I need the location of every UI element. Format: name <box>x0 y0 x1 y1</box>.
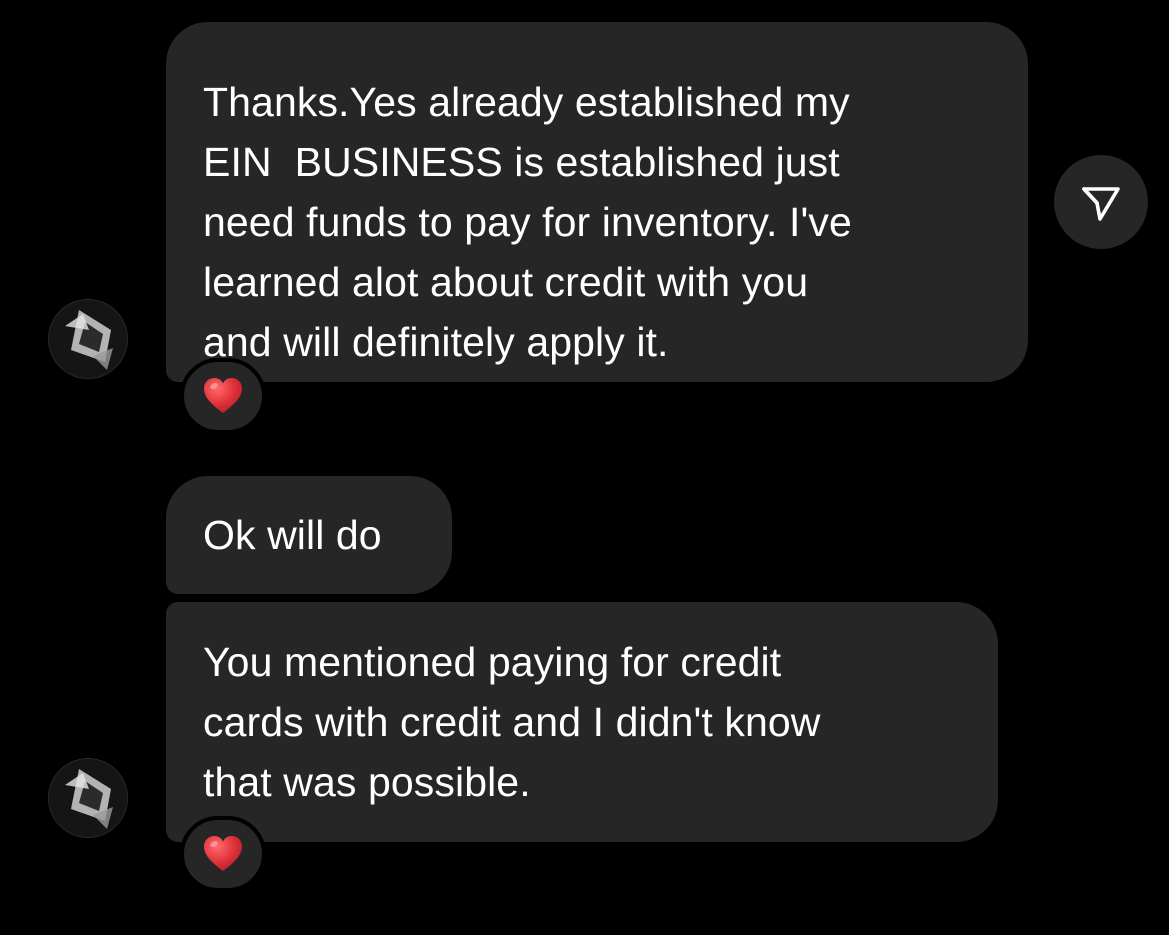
message-text-line: need funds to pay for inventory. I've <box>203 199 852 245</box>
message-text-line: that was possible. <box>203 759 531 805</box>
message-text-line: Thanks.Yes already established my <box>203 79 850 125</box>
red-heart-icon <box>204 378 242 413</box>
message-text-line: You mentioned paying for credit <box>203 639 782 685</box>
avatar-image <box>49 300 127 378</box>
heart-reaction[interactable] <box>180 358 266 434</box>
message-text-line: and will definitely apply it. <box>203 319 669 365</box>
message-bubble[interactable]: Ok will do <box>166 476 452 594</box>
avatar-image <box>49 759 127 837</box>
message-text-line: cards with credit and I didn't know <box>203 699 821 745</box>
share-button[interactable] <box>1054 155 1148 249</box>
message-bubble[interactable]: You mentioned paying for credit cards wi… <box>166 602 998 842</box>
message-text-line: EIN BUSINESS is established just <box>203 139 840 185</box>
sender-avatar[interactable] <box>48 758 128 838</box>
sender-avatar[interactable] <box>48 299 128 379</box>
paper-plane-icon <box>1082 187 1120 221</box>
message-text-line: learned alot about credit with you <box>203 259 809 305</box>
message-text-line: Ok will do <box>203 512 382 558</box>
heart-reaction[interactable] <box>180 816 266 892</box>
red-heart-icon <box>204 836 242 871</box>
message-bubble[interactable]: Thanks.Yes already established my EIN BU… <box>166 22 1028 382</box>
